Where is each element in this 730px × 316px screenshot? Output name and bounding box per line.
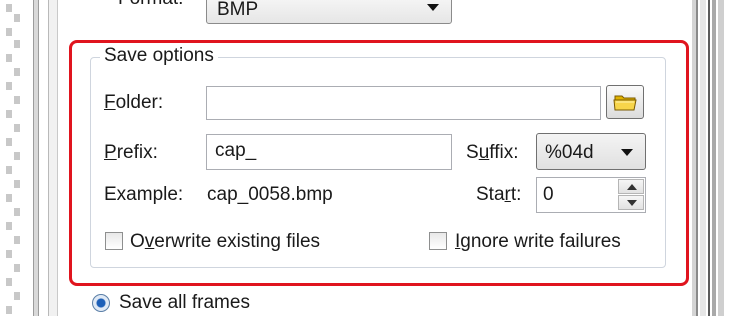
chevron-down-icon [427,4,439,11]
save-options-title: Save options [100,45,218,67]
spin-down-button[interactable] [618,195,644,210]
example-value: cap_0058.bmp [207,184,333,205]
suffix-dropdown[interactable]: %04d [536,133,646,170]
start-label-pre: Sta [476,184,505,205]
format-value: BMP [217,0,259,20]
prefix-label-text: refix: [116,142,158,163]
window-left-border [33,0,39,316]
folder-label-accelerator: F [104,92,116,113]
spin-up-button[interactable] [618,179,644,194]
ignore-label-text: gnore write failures [460,231,621,252]
prefix-label: Prefix: [104,142,158,164]
left-edge-decoration [0,0,22,316]
suffix-value: %04d [545,142,594,163]
folder-icon [613,95,637,111]
example-label: Example: [104,184,184,205]
ignore-failures-checkbox[interactable] [429,232,447,250]
browse-folder-button[interactable] [606,85,644,119]
overwrite-checkbox[interactable] [105,232,123,250]
spin-buttons [618,179,644,211]
window-left-inner-border [48,0,58,316]
overwrite-label-pre: O [130,231,145,252]
prefix-input[interactable]: cap_ [206,134,452,170]
folder-label-text: older: [115,92,164,113]
start-label: Start: [476,184,521,206]
overwrite-label-text: erwrite existing files [154,231,321,252]
arrow-down-icon [627,200,637,206]
chevron-down-icon [621,149,633,156]
folder-input[interactable] [206,86,601,120]
format-dropdown[interactable]: BMP [206,0,452,24]
suffix-label-pre: S [466,142,479,163]
suffix-label-accelerator: u [478,142,490,163]
save-all-frames-label[interactable]: Save all frames [119,292,250,314]
start-value: 0 [543,184,554,205]
folder-label: Folder: [104,92,163,114]
start-spinbox[interactable]: 0 [536,177,646,213]
prefix-label-accelerator: P [104,142,117,163]
overwrite-label-accelerator: v [144,231,155,252]
arrow-up-icon [627,184,637,190]
ignore-failures-label[interactable]: Ignore write failures [455,231,621,253]
overwrite-label[interactable]: Overwrite existing files [130,231,320,253]
start-label-text: t: [510,184,522,205]
format-label: Format: [118,0,183,10]
suffix-label: Suffix: [466,142,518,164]
suffix-label-text: ffix: [489,142,519,163]
save-all-frames-radio[interactable] [92,294,110,312]
